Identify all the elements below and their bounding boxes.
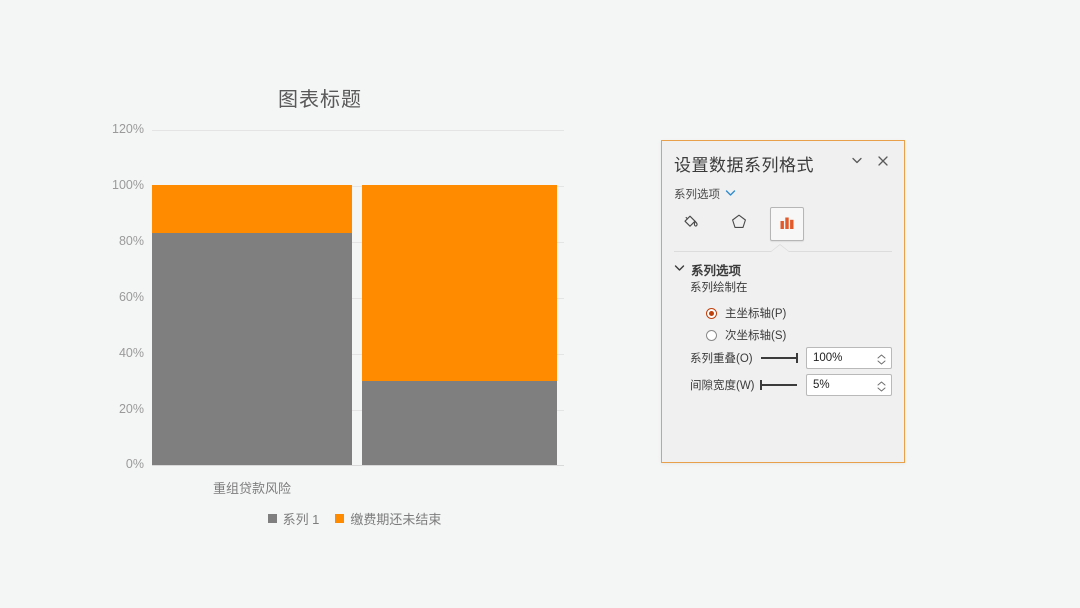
chevron-down-icon[interactable] [725,189,736,200]
y-tick-label: 20% [92,402,144,416]
y-tick-label: 120% [92,122,144,136]
selected-tab-pointer [771,245,789,252]
field-row-series-overlap: 系列重叠(O) 100% [690,347,890,369]
chart-container[interactable]: 图表标题 120% 100% 80% 60% 40% 20% 0% 重组贷款风险 [0,0,640,608]
series-overlap-slider[interactable] [758,352,800,364]
chart-legend[interactable]: 系列 1 缴费期还未结束 [152,509,557,528]
gap-width-spinbox[interactable]: 5% [806,374,892,396]
y-tick-label: 100% [92,178,144,192]
slider-knob[interactable] [760,380,762,390]
chevron-down-icon[interactable] [848,153,866,171]
bar-chart-icon [777,212,797,237]
section-header-series-options[interactable]: 系列选项 [674,260,741,279]
legend-label: 缴费期还未结束 [350,509,441,528]
plot-area [152,130,557,465]
radio-selected-icon[interactable] [706,308,717,319]
radio-unselected-icon[interactable] [706,330,717,341]
slider-track [761,384,797,386]
radio-secondary-axis-label: 次坐标轴(S) [725,327,786,343]
slider-track [761,357,797,359]
spinner-arrows[interactable] [877,376,886,396]
radio-secondary-axis[interactable]: 次坐标轴(S) [706,327,786,343]
paint-bucket-icon [681,212,701,237]
chevron-down-icon[interactable] [674,264,685,275]
bar-segment-series2[interactable] [362,185,557,381]
series-overlap-value[interactable]: 100% [807,352,842,364]
chevron-up-icon [877,381,886,386]
y-tick-label: 0% [92,457,144,471]
field-row-gap-width: 间隙宽度(W) 5% [690,374,890,396]
legend-swatch-icon [335,514,344,523]
bar-column-2[interactable] [362,130,557,465]
gap-width-slider[interactable] [758,379,800,391]
tab-fill-and-line[interactable] [674,207,708,241]
chevron-down-icon [877,387,886,392]
legend-swatch-icon [268,514,277,523]
chevron-down-icon [877,360,886,365]
gap-width-label: 间隙宽度(W) [690,377,758,393]
legend-label: 系列 1 [283,509,320,528]
spinner-arrows[interactable] [877,349,886,369]
plot-series-on-label: 系列绘制在 [690,279,748,295]
panel-subnav-series-options[interactable]: 系列选项 [674,186,736,202]
tab-series-options[interactable] [770,207,804,241]
pentagon-effects-icon [729,212,749,237]
x-axis-category-label: 重组贷款风险 [152,478,352,497]
panel-header: 设置数据系列格式 [662,141,904,181]
panel-title: 设置数据系列格式 [674,151,814,176]
y-tick-label: 60% [92,290,144,304]
slider-knob[interactable] [796,353,798,363]
series-overlap-label: 系列重叠(O) [690,350,758,366]
panel-icon-tabs[interactable] [674,207,804,241]
close-icon[interactable] [874,153,892,171]
radio-primary-axis[interactable]: 主坐标轴(P) [706,305,786,321]
section-header-label: 系列选项 [691,260,741,279]
bar-segment-series2[interactable] [152,185,352,233]
format-data-series-panel[interactable]: 设置数据系列格式 系列选项 [661,140,905,463]
series-overlap-spinbox[interactable]: 100% [806,347,892,369]
radio-primary-axis-label: 主坐标轴(P) [725,305,786,321]
panel-subnav-label: 系列选项 [674,186,720,202]
tab-effects[interactable] [722,207,756,241]
x-axis-line [152,465,564,466]
y-tick-label: 40% [92,346,144,360]
gap-width-value[interactable]: 5% [807,379,830,391]
y-tick-label: 80% [92,234,144,248]
bar-segment-series1[interactable] [152,233,352,465]
legend-item-series1[interactable]: 系列 1 [268,509,320,528]
y-axis-tick-labels: 120% 100% 80% 60% 40% 20% 0% [92,0,144,608]
chevron-up-icon [877,354,886,359]
legend-item-series2[interactable]: 缴费期还未结束 [335,509,441,528]
bar-segment-series1[interactable] [362,381,557,465]
bar-column-1[interactable] [152,130,352,465]
